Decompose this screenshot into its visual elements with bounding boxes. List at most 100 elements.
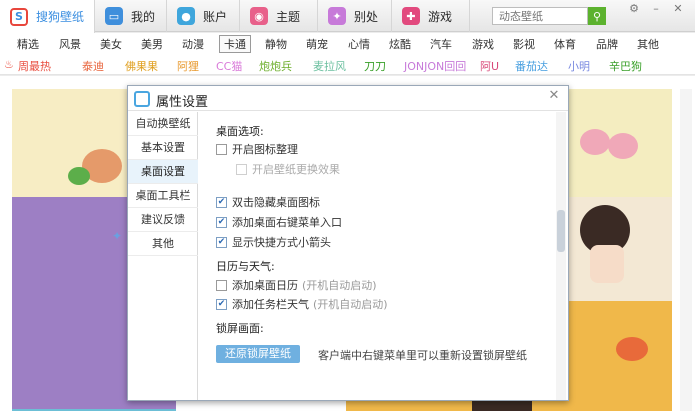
category-item-active[interactable]: 卡通 xyxy=(219,35,251,53)
tag-item[interactable]: 麦拉风 xyxy=(313,58,346,74)
monitor-icon: ▭ xyxy=(105,7,123,25)
tab-mine[interactable]: ▭ 我的 xyxy=(95,0,167,32)
tab-label: 搜狗壁纸 xyxy=(36,10,85,24)
theme-icon: ◉ xyxy=(250,7,268,25)
search-input[interactable] xyxy=(492,7,588,25)
gallery-scrollbar[interactable] xyxy=(680,89,692,411)
category-item[interactable]: 品牌 xyxy=(596,36,618,52)
tag-item[interactable]: CC猫 xyxy=(216,58,242,74)
category-item[interactable]: 动漫 xyxy=(182,36,204,52)
option-dblclick-hide-icons[interactable]: ✔ 双击隐藏桌面图标 xyxy=(216,194,320,210)
nav-auto-wallpaper[interactable]: 自动换壁纸 xyxy=(128,112,198,136)
settings-content: 桌面选项: 开启图标整理 开启壁纸更换效果 ✔ 双击隐藏桌面图标 ✔ 添加桌面右… xyxy=(199,112,555,400)
close-icon[interactable]: ✕ xyxy=(546,88,562,104)
tab-label: 主题 xyxy=(276,9,301,24)
tag-item[interactable]: 周最热 xyxy=(18,58,51,74)
nav-basic-settings[interactable]: 基本设置 xyxy=(128,136,198,160)
checkbox-checked[interactable]: ✔ xyxy=(216,298,227,310)
calendar-weather-heading: 日历与天气: xyxy=(216,260,275,273)
option-organize-icons[interactable]: 开启图标整理 xyxy=(216,141,298,157)
sogou-logo-icon xyxy=(134,91,150,107)
gamepad-icon: ✚ xyxy=(402,7,420,25)
tag-item[interactable]: 辛巴狗 xyxy=(609,58,642,74)
category-item[interactable]: 影视 xyxy=(513,36,535,52)
tag-item[interactable]: 阿狸 xyxy=(177,58,199,74)
tag-item[interactable]: 阿U xyxy=(480,58,499,74)
top-tab-bar: S 搜狗壁纸 ▭ 我的 ● 账户 ◉ 主题 ✦ 别处 ✚ 游戏 ⚲ ⚙ – ✕ xyxy=(0,0,695,33)
option-label: 添加桌面日历 xyxy=(232,279,298,292)
category-item[interactable]: 体育 xyxy=(554,36,576,52)
tag-item[interactable]: 小明 xyxy=(568,58,590,74)
category-item[interactable]: 汽车 xyxy=(430,36,452,52)
option-label: 开启图标整理 xyxy=(232,143,298,156)
category-item[interactable]: 精选 xyxy=(17,36,39,52)
nav-desktop-toolbar[interactable]: 桌面工具栏 xyxy=(128,184,198,208)
checkbox[interactable] xyxy=(236,163,247,175)
tab-label: 别处 xyxy=(354,9,379,24)
option-label: 双击隐藏桌面图标 xyxy=(232,196,320,209)
category-item[interactable]: 美女 xyxy=(100,36,122,52)
category-item[interactable]: 美男 xyxy=(141,36,163,52)
option-wallpaper-effect[interactable]: 开启壁纸更换效果 xyxy=(236,161,340,177)
option-label: 开启壁纸更换效果 xyxy=(252,163,340,176)
option-hint: (开机自动启动) xyxy=(313,298,388,311)
option-hint: (开机自动启动) xyxy=(302,279,377,292)
nav-other[interactable]: 其他 xyxy=(128,232,198,256)
close-window-icon[interactable]: ✕ xyxy=(670,2,686,16)
option-context-menu[interactable]: ✔ 添加桌面右键菜单入口 xyxy=(216,214,342,230)
category-item[interactable]: 其他 xyxy=(637,36,659,52)
fire-icon: ♨ xyxy=(4,58,14,71)
tag-item[interactable]: 刀刀 xyxy=(364,58,386,74)
tab-account[interactable]: ● 账户 xyxy=(167,0,240,32)
tab-label: 账户 xyxy=(203,9,228,24)
checkbox[interactable] xyxy=(216,279,227,291)
checkbox-checked[interactable]: ✔ xyxy=(216,216,227,228)
category-item[interactable]: 萌宠 xyxy=(306,36,328,52)
tag-item[interactable]: 番茄达 xyxy=(515,58,548,74)
tab-elsewhere[interactable]: ✦ 别处 xyxy=(318,0,392,32)
dialog-title-bar: 属性设置 ✕ xyxy=(128,86,568,111)
dialog-title: 属性设置 xyxy=(156,95,209,110)
option-shortcut-arrow[interactable]: ✔ 显示快捷方式小箭头 xyxy=(216,234,331,250)
tab-sogou-wallpaper[interactable]: S 搜狗壁纸 xyxy=(0,0,95,33)
character-tag-bar: ♨ 周最热 泰迪 佛果果 阿狸 CC猫 炮炮兵 麦拉风 刀刀 JONJON回回 … xyxy=(0,53,695,75)
sogou-logo-icon: S xyxy=(10,7,28,26)
minimize-icon[interactable]: – xyxy=(648,2,664,16)
category-bar: 精选 风景 美女 美男 动漫 卡通 静物 萌宠 心情 炫酷 汽车 游戏 影视 体… xyxy=(0,33,695,53)
category-item[interactable]: 心情 xyxy=(348,36,370,52)
category-item[interactable]: 风景 xyxy=(59,36,81,52)
tag-item[interactable]: 佛果果 xyxy=(125,58,158,74)
desktop-options-heading: 桌面选项: xyxy=(216,125,264,138)
tag-item[interactable]: 炮炮兵 xyxy=(259,58,292,74)
dialog-scrollbar[interactable] xyxy=(556,112,566,400)
checkbox-checked[interactable]: ✔ xyxy=(216,236,227,248)
restore-hint: 客户端中右键菜单里可以重新设置锁屏壁纸 xyxy=(318,349,527,362)
settings-nav: 自动换壁纸 基本设置 桌面设置 桌面工具栏 建议反馈 其他 xyxy=(128,112,198,400)
tag-item[interactable]: JONJON回回 xyxy=(404,58,466,74)
option-taskbar-weather[interactable]: ✔ 添加任务栏天气 (开机自动启动) xyxy=(216,296,388,312)
checkbox-checked[interactable]: ✔ xyxy=(216,196,227,208)
scrollbar-thumb[interactable] xyxy=(557,210,565,252)
tab-label: 我的 xyxy=(131,9,156,24)
checkbox[interactable] xyxy=(216,143,227,155)
lock-screen-heading: 锁屏画面: xyxy=(216,322,264,335)
tab-games[interactable]: ✚ 游戏 xyxy=(392,0,470,32)
option-label: 添加桌面右键菜单入口 xyxy=(232,216,342,229)
category-item[interactable]: 游戏 xyxy=(472,36,494,52)
wallpaper-thumbnail[interactable] xyxy=(560,197,672,301)
restore-lock-wallpaper-button[interactable]: 还原锁屏壁纸 xyxy=(216,345,300,363)
option-desktop-calendar[interactable]: 添加桌面日历 (开机自动启动) xyxy=(216,277,377,293)
option-label: 显示快捷方式小箭头 xyxy=(232,236,331,249)
wallpaper-thumbnail[interactable] xyxy=(560,89,672,199)
tag-item[interactable]: 泰迪 xyxy=(82,58,104,74)
tab-theme[interactable]: ◉ 主题 xyxy=(240,0,318,32)
nav-desktop-settings[interactable]: 桌面设置 xyxy=(128,160,198,184)
butterfly-icon: ✦ xyxy=(328,7,346,25)
settings-dialog: 属性设置 ✕ 自动换壁纸 基本设置 桌面设置 桌面工具栏 建议反馈 其他 桌面选… xyxy=(127,85,569,401)
search-icon[interactable]: ⚲ xyxy=(588,7,606,25)
settings-icon[interactable]: ⚙ xyxy=(626,2,642,16)
nav-feedback[interactable]: 建议反馈 xyxy=(128,208,198,232)
category-item[interactable]: 炫酷 xyxy=(389,36,411,52)
tab-label: 游戏 xyxy=(428,9,453,24)
category-item[interactable]: 静物 xyxy=(265,36,287,52)
